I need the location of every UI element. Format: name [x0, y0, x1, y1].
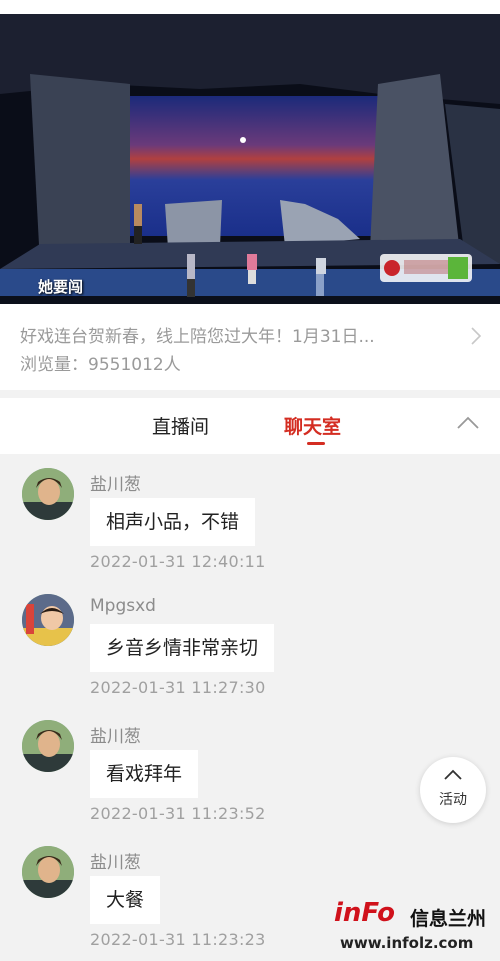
activity-button[interactable]: 活动	[420, 757, 486, 823]
chevron-up-icon[interactable]	[456, 416, 480, 430]
tab-chat-room[interactable]: 聊天室	[284, 412, 341, 439]
tab-bar: 直播间 聊天室	[0, 398, 500, 454]
chat-message: Mpgsxd 乡音乡情非常亲切 2022-01-31 11:27:30	[0, 584, 500, 708]
message-bubble: 相声小品，不错	[90, 498, 256, 546]
chat-message: 盐川葱 相声小品，不错 2022-01-31 12:40:11	[0, 458, 500, 582]
chevron-right-icon[interactable]	[470, 326, 482, 346]
message-bubble: 大餐	[90, 876, 161, 924]
username: 盐川葱	[90, 727, 141, 747]
watermark-chinese: 信息兰州	[410, 908, 487, 930]
username: 盐川葱	[90, 853, 141, 873]
program-title: 好戏连台贺新春，线上陪您过大年！1月31日...	[20, 327, 375, 347]
man-avatar-icon	[22, 720, 74, 772]
channel-logo	[380, 254, 472, 282]
message-time: 2022-01-31 11:23:52	[90, 804, 266, 823]
video-player[interactable]: 她要闯	[0, 14, 500, 304]
user-avatar[interactable]	[22, 846, 74, 898]
watermark-brand: inFo	[334, 898, 396, 928]
view-count: 浏览量：9551012人	[20, 355, 181, 375]
video-caption: 她要闯	[38, 278, 84, 296]
man-avatar-icon	[22, 846, 74, 898]
active-tab-indicator	[307, 442, 325, 445]
message-time: 2022-01-31 12:40:11	[90, 552, 266, 571]
watermark: inFo 信息兰州 www.infolz.com	[334, 898, 494, 958]
man-avatar-icon	[22, 468, 74, 520]
chevron-up-icon	[444, 769, 462, 780]
username: Mpgsxd	[90, 596, 156, 616]
chat-list[interactable]: 盐川葱 相声小品，不错 2022-01-31 12:40:11 Mpgsxd 乡…	[0, 454, 500, 961]
tab-live-room[interactable]: 直播间	[152, 412, 209, 439]
user-avatar[interactable]	[22, 594, 74, 646]
user-avatar[interactable]	[22, 468, 74, 520]
user-avatar[interactable]	[22, 720, 74, 772]
child-avatar-icon	[22, 594, 74, 646]
program-info[interactable]: 好戏连台贺新春，线上陪您过大年！1月31日... 浏览量：9551012人	[0, 304, 500, 390]
message-bubble: 乡音乡情非常亲切	[90, 624, 275, 672]
username: 盐川葱	[90, 475, 141, 495]
message-time: 2022-01-31 11:23:23	[90, 930, 266, 949]
message-time: 2022-01-31 11:27:30	[90, 678, 266, 697]
message-bubble: 看戏拜年	[90, 750, 199, 798]
watermark-url: www.infolz.com	[340, 934, 474, 952]
activity-label: 活动	[439, 792, 467, 808]
status-bar	[0, 0, 500, 14]
